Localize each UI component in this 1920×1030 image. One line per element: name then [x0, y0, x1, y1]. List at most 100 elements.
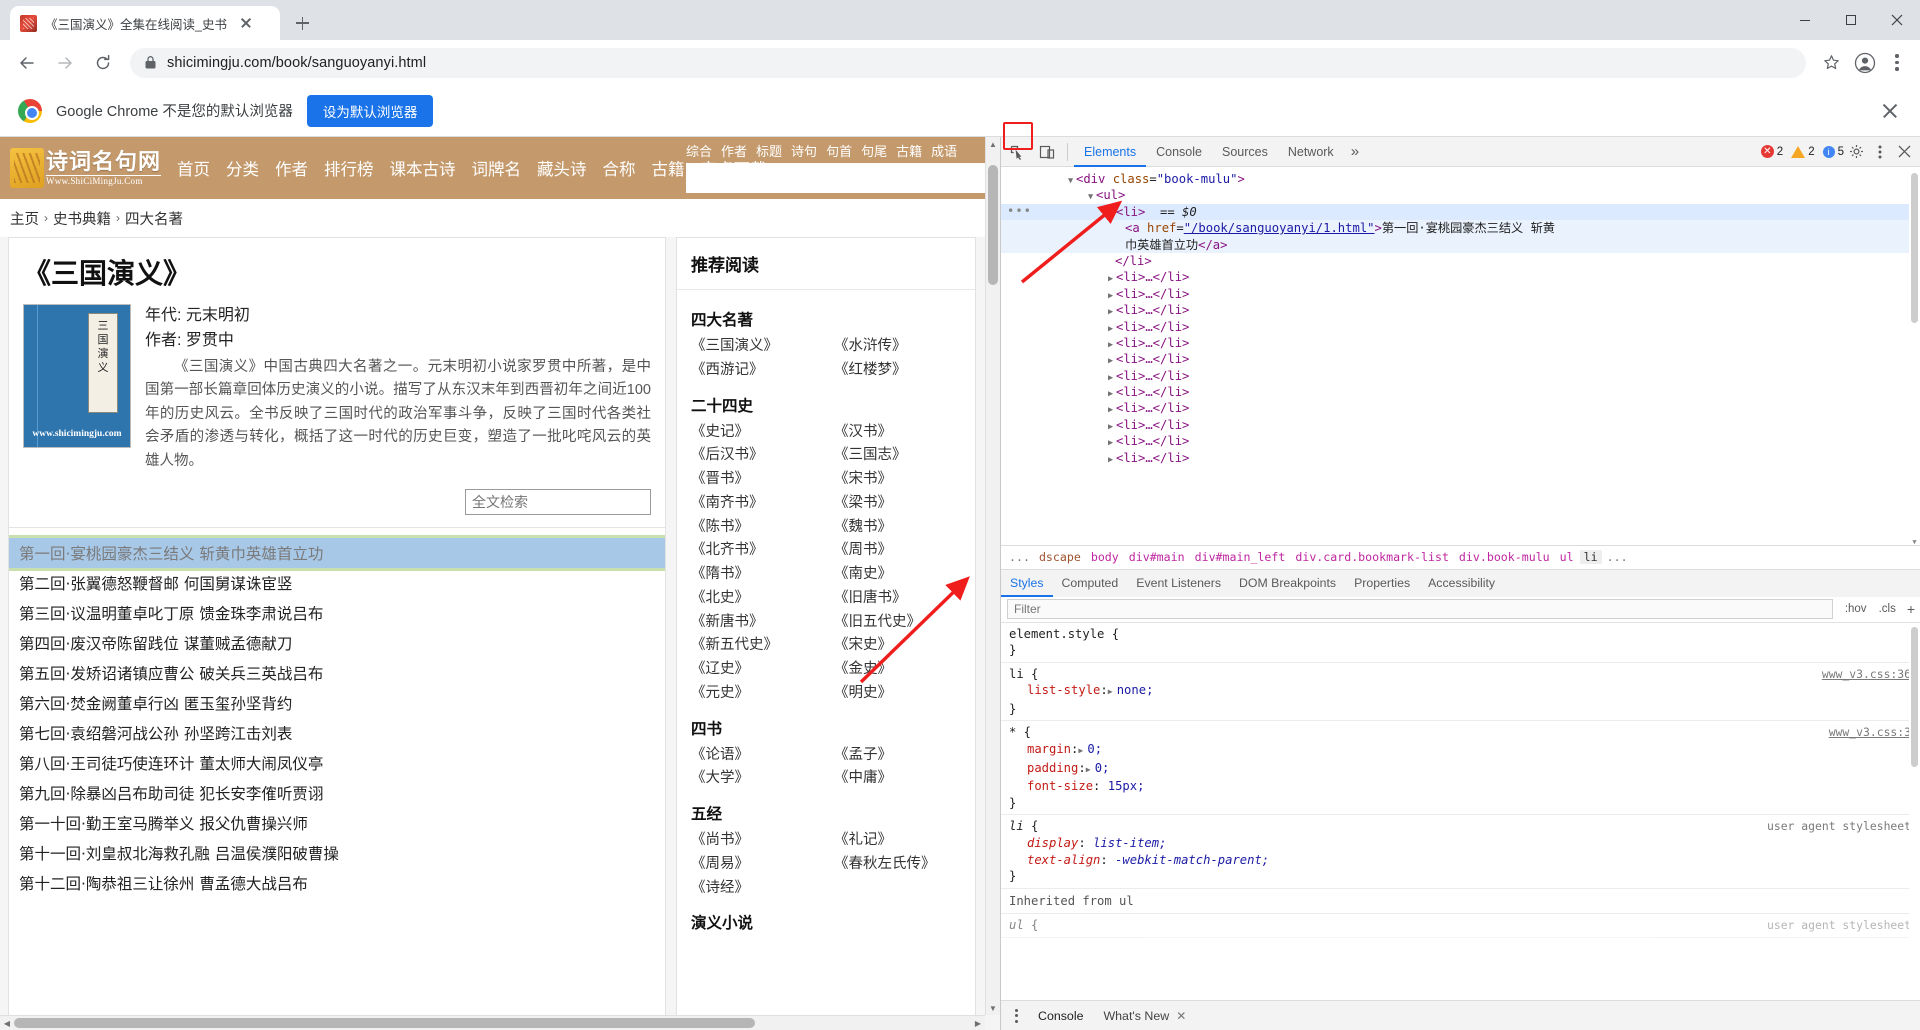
sidebar-book-link[interactable]: 《梁书》: [834, 493, 961, 515]
gear-icon[interactable]: [1844, 139, 1868, 165]
chapter-list-item[interactable]: 第十一回·刘皇叔北海救孔融 吕温侯濮阳破曹操: [9, 838, 665, 868]
back-button[interactable]: [10, 46, 44, 80]
chapter-list-item[interactable]: 第八回·王司徒巧使连环计 董太师大闹凤仪亭: [9, 748, 665, 778]
dom-node-li-collapsed[interactable]: ▶ <li>…</li>: [1001, 384, 1920, 400]
chapter-link[interactable]: 第二回·张翼德怒鞭督邮 何国舅谋诛宦竖: [9, 568, 665, 598]
dom-node-li-collapsed[interactable]: ▶ <li>…</li>: [1001, 269, 1920, 285]
devtools-issue-counts[interactable]: ✕ 2 2 i5: [1755, 145, 1844, 158]
close-infobar-icon[interactable]: [1878, 99, 1902, 123]
sidebar-book-link[interactable]: 《明史》: [834, 683, 961, 705]
close-window-button[interactable]: [1874, 0, 1920, 40]
sidebar-book-link[interactable]: 《诗经》: [691, 878, 818, 900]
page-vertical-scroll-thumb[interactable]: [988, 165, 998, 285]
tab-computed[interactable]: Computed: [1053, 569, 1128, 597]
style-value[interactable]: list-item;: [1093, 836, 1166, 850]
reload-button[interactable]: [86, 46, 120, 80]
breadcrumb-overflow-icon[interactable]: ...: [1006, 550, 1033, 564]
class-filter-button[interactable]: .cls: [1873, 603, 1902, 615]
chapter-list-item[interactable]: 第七回·袁绍磐河战公孙 孙坚跨江击刘表: [9, 718, 665, 748]
sidebar-book-link[interactable]: 《汉书》: [834, 422, 961, 444]
search-tab-1[interactable]: 作者: [721, 141, 747, 165]
sidebar-book-link[interactable]: 《魏书》: [834, 517, 961, 539]
sidebar-book-link[interactable]: 《北史》: [691, 588, 818, 610]
sidebar-book-link[interactable]: 《南史》: [834, 564, 961, 586]
new-tab-button[interactable]: [288, 9, 316, 37]
style-value[interactable]: none;: [1117, 683, 1154, 697]
sidebar-book-link[interactable]: 《西游记》: [691, 360, 818, 382]
expand-value-icon[interactable]: ▶: [1086, 762, 1095, 779]
hover-state-button[interactable]: :hov: [1839, 603, 1873, 615]
address-bar[interactable]: shicimingju.com/book/sanguoyanyi.html: [130, 47, 1806, 78]
dom-tree[interactable]: ▼ <div class="book-mulu"> ▼ <ul> ••• ▼ <li>…: [1001, 167, 1920, 545]
chapter-link[interactable]: 第一十回·勤王室马腾举义 报父仇曹操兴师: [9, 808, 665, 838]
search-tab-2[interactable]: 标题: [756, 141, 782, 165]
style-rule-universal[interactable]: www_v3.css:3 * { margin:▶ 0; padding:▶ 0; …: [1001, 721, 1920, 816]
chapter-list-item[interactable]: 第一十回·勤王室马腾举义 报父仇曹操兴师: [9, 808, 665, 838]
sidebar-book-link[interactable]: 《陈书》: [691, 517, 818, 539]
more-tabs-icon[interactable]: »: [1344, 143, 1366, 160]
breadcrumb-node-card-bookmark-list[interactable]: div.card.bookmark-list: [1291, 550, 1453, 564]
dom-tree-scroll-thumb[interactable]: [1911, 173, 1918, 323]
more-options-icon[interactable]: [1868, 139, 1892, 165]
sidebar-book-link[interactable]: 《晋书》: [691, 469, 818, 491]
nav-item-7[interactable]: 合称: [603, 156, 636, 180]
site-logo[interactable]: 诗词名句网 Www.ShiCiMingJu.Com: [10, 148, 162, 188]
chapter-list-item[interactable]: 第四回·废汉帝陈留践位 谋董贼孟德献刀: [9, 628, 665, 658]
dom-node-li-collapsed[interactable]: ▶ <li>…</li>: [1001, 368, 1920, 384]
nav-item-6[interactable]: 藏头诗: [537, 156, 587, 180]
nav-item-4[interactable]: 课本古诗: [390, 156, 456, 180]
nav-item-2[interactable]: 作者: [275, 156, 308, 180]
sidebar-book-link[interactable]: 《红楼梦》: [834, 360, 961, 382]
styles-filter-input[interactable]: [1007, 599, 1833, 619]
sidebar-book-link[interactable]: 《隋书》: [691, 564, 818, 586]
sidebar-book-link[interactable]: 《金史》: [834, 659, 961, 681]
sidebar-book-link[interactable]: 《周易》: [691, 854, 818, 876]
sidebar-book-link[interactable]: 《孟子》: [834, 745, 961, 767]
dom-node-li-collapsed[interactable]: ▶ <li>…</li>: [1001, 319, 1920, 335]
tab-event-listeners[interactable]: Event Listeners: [1127, 569, 1230, 597]
fulltext-search-input[interactable]: [465, 489, 651, 516]
dom-node-li-collapsed[interactable]: ▶ <li>…</li>: [1001, 400, 1920, 416]
chapter-link[interactable]: 第五回·发矫诏诸镇应曹公 破关兵三英战吕布: [9, 658, 665, 688]
nav-item-3[interactable]: 排行榜: [324, 156, 374, 180]
style-rule-li-ua[interactable]: user agent stylesheet li { display: list…: [1001, 815, 1920, 889]
sidebar-book-link[interactable]: 《礼记》: [834, 830, 961, 852]
style-property[interactable]: padding: [1009, 761, 1078, 775]
search-tab-7[interactable]: 成语: [931, 141, 957, 165]
breadcrumb-item-1[interactable]: 史书典籍: [53, 208, 111, 229]
sidebar-book-link[interactable]: 《宋书》: [834, 469, 961, 491]
breadcrumb-more-icon[interactable]: ...: [1604, 550, 1631, 564]
scroll-down-arrow-icon[interactable]: ▼: [986, 1001, 1000, 1015]
scroll-down-arrow-icon[interactable]: ▼: [1909, 534, 1920, 545]
chapter-link[interactable]: 第三回·议温明董卓叱丁原 馈金珠李肃说吕布: [9, 598, 665, 628]
style-rule-ul-ua[interactable]: user agent stylesheet ul {: [1001, 914, 1920, 938]
style-value[interactable]: -webkit-match-parent;: [1115, 853, 1269, 867]
scroll-right-arrow-icon[interactable]: ▶: [971, 1016, 985, 1030]
set-default-browser-button[interactable]: 设为默认浏览器: [306, 94, 434, 127]
search-tab-5[interactable]: 句尾: [861, 141, 887, 165]
sidebar-book-link[interactable]: 《论语》: [691, 745, 818, 767]
style-rule-element-style[interactable]: element.style { }: [1001, 623, 1920, 663]
sidebar-book-link[interactable]: 《新五代史》: [691, 635, 818, 657]
profile-avatar-button[interactable]: [1850, 48, 1880, 78]
styles-scrollbar[interactable]: [1909, 622, 1920, 1000]
chapter-link[interactable]: 第六回·焚金阙董卓行凶 匿玉玺孙坚背约: [9, 688, 665, 718]
breadcrumb-node-dscape[interactable]: dscape: [1035, 550, 1085, 564]
breadcrumb-node-ul[interactable]: ul: [1556, 550, 1578, 564]
page-horizontal-scroll-thumb[interactable]: [14, 1018, 755, 1028]
chapter-list-item[interactable]: 第六回·焚金阙董卓行凶 匿玉玺孙坚背约: [9, 688, 665, 718]
styles-rules-list[interactable]: element.style { } www_v3.css:36 li { lis…: [1001, 622, 1920, 1000]
style-source-link[interactable]: www_v3.css:36: [1822, 666, 1911, 683]
dom-node-li-collapsed[interactable]: ▶ <li>…</li>: [1001, 433, 1920, 449]
scroll-up-arrow-icon[interactable]: ▲: [986, 137, 1000, 151]
tab-styles[interactable]: Styles: [1001, 569, 1053, 597]
sidebar-book-link[interactable]: 《南齐书》: [691, 493, 818, 515]
style-value[interactable]: 0;: [1095, 761, 1110, 775]
close-devtools-icon[interactable]: [1892, 139, 1916, 165]
dom-row-menu-icon[interactable]: •••: [1007, 203, 1032, 219]
sidebar-book-link[interactable]: 《辽史》: [691, 659, 818, 681]
sidebar-book-link[interactable]: 《三国志》: [834, 445, 961, 467]
browser-tab[interactable]: 《三国演义》全集在线阅读_史书: [10, 6, 280, 40]
tab-accessibility[interactable]: Accessibility: [1419, 569, 1504, 597]
style-rule-li[interactable]: www_v3.css:36 li { list-style:▶ none; }: [1001, 663, 1920, 722]
